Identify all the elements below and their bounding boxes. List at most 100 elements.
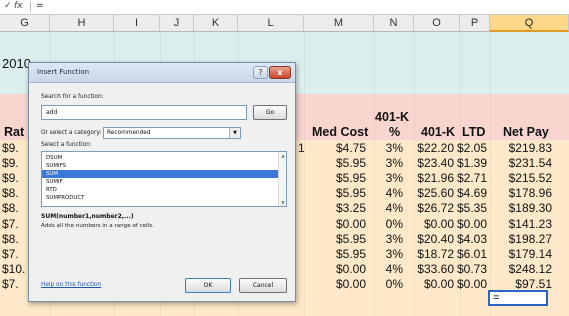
column-header-k[interactable]: K [194, 15, 238, 32]
go-button[interactable]: Go [253, 105, 287, 120]
cell-k[interactable]: $20.40 [404, 232, 454, 246]
cell-net[interactable]: $198.27 [488, 232, 552, 246]
fx-icon[interactable]: fx [14, 1, 23, 11]
column-header-l[interactable]: L [238, 15, 304, 32]
cell-k[interactable]: $0.00 [404, 277, 454, 291]
cell-net[interactable]: $178.96 [488, 186, 552, 200]
category-label: Or select a category: [41, 130, 102, 136]
cell-ltd[interactable]: $2.71 [455, 171, 487, 185]
cell-med[interactable]: $5.95 [312, 171, 366, 185]
function-item-sumif[interactable]: SUMIF [42, 178, 286, 186]
cell-net[interactable]: $189.30 [488, 201, 552, 215]
close-icon[interactable]: x [269, 66, 291, 79]
dialog-title-bar: Insert Function ? x [29, 63, 295, 83]
cell-ltd[interactable]: $0.00 [455, 277, 487, 291]
function-item-dsum[interactable]: DSUM [42, 154, 286, 162]
cell-net[interactable]: $97.51 [488, 277, 552, 291]
column-header-h[interactable]: H [50, 15, 114, 32]
column-header-j[interactable]: J [160, 15, 194, 32]
cell-net[interactable]: $231.54 [488, 156, 552, 170]
formula-input[interactable]: = [36, 1, 44, 11]
scroll-up-icon[interactable]: ▲ [280, 153, 286, 158]
ok-button[interactable]: OK [185, 278, 231, 293]
cell-pct[interactable]: 3% [376, 247, 403, 261]
column-header-p[interactable]: P [460, 15, 490, 32]
cell-ltd[interactable]: $6.01 [455, 247, 487, 261]
cell-med[interactable]: $5.95 [312, 232, 366, 246]
cell-k[interactable]: $0.00 [404, 217, 454, 231]
column-header-m[interactable]: M [304, 15, 374, 32]
cell-pct[interactable]: 3% [376, 141, 403, 155]
function-item-rtd[interactable]: RTD [42, 186, 286, 194]
cancel-button[interactable]: Cancel [239, 278, 287, 293]
rate-header-fragment[interactable]: Rat [4, 125, 24, 139]
cell-net[interactable]: $248.12 [488, 262, 552, 276]
cell-ltd[interactable]: $5.35 [455, 201, 487, 215]
cell-pct[interactable]: 4% [376, 262, 403, 276]
cell-net[interactable]: $215.52 [488, 171, 552, 185]
help-icon[interactable]: ? [253, 66, 268, 79]
cell-net[interactable]: $141.23 [488, 217, 552, 231]
function-search-input[interactable]: add [41, 105, 247, 120]
k401-header[interactable]: 401-K [421, 125, 455, 139]
cell-pct[interactable]: 4% [376, 186, 403, 200]
function-list-label: Select a function: [41, 142, 92, 148]
cell-net[interactable]: $219.83 [488, 141, 552, 155]
function-item-sumproduct[interactable]: SUMPRODUCT [42, 194, 286, 202]
k401-header-top[interactable]: 401-K [375, 110, 409, 124]
med-cost-header[interactable]: Med Cost [312, 125, 368, 139]
cell-ltd[interactable]: $0.73 [455, 262, 487, 276]
cell-med[interactable]: $5.95 [312, 156, 366, 170]
cell-med[interactable]: $0.00 [312, 277, 366, 291]
active-cell[interactable]: = [488, 290, 548, 306]
cell-pct[interactable]: 4% [376, 201, 403, 215]
cell-pct[interactable]: 3% [376, 171, 403, 185]
column-header-i[interactable]: I [114, 15, 160, 32]
function-list-scrollbar[interactable]: ▲ ▼ [278, 152, 286, 206]
cell-k[interactable]: $21.96 [404, 171, 454, 185]
cell-pct[interactable]: 3% [376, 232, 403, 246]
cell-k[interactable]: $26.72 [404, 201, 454, 215]
cell-ltd[interactable]: $0.00 [455, 217, 487, 231]
stray-value-cell[interactable]: 1 [298, 141, 305, 155]
cell-k[interactable]: $25.60 [404, 186, 454, 200]
category-select[interactable]: Recommended ▼ [103, 127, 241, 139]
net-pay-header[interactable]: Net Pay [503, 125, 549, 139]
cell-med[interactable]: $4.75 [312, 141, 366, 155]
cell-ltd[interactable]: $4.69 [455, 186, 487, 200]
function-description: Adds all the numbers in a range of cells… [41, 223, 154, 229]
column-header-o[interactable]: O [414, 15, 460, 32]
check-icon[interactable]: ✓ [4, 1, 12, 11]
insert-function-dialog: Insert Function ? x Search for a functio… [28, 62, 296, 302]
cell-k[interactable]: $23.40 [404, 156, 454, 170]
function-list[interactable]: DSUM SUMIFS SUM SUMIF RTD SUMPRODUCT ▲ ▼ [41, 151, 287, 207]
cell-net[interactable]: $179.14 [488, 247, 552, 261]
cell-med[interactable]: $0.00 [312, 262, 366, 276]
cell-k[interactable]: $18.72 [404, 247, 454, 261]
help-link[interactable]: Help on this function [41, 282, 101, 288]
column-header-g[interactable]: G [0, 15, 50, 32]
cell-ltd[interactable]: $1.39 [455, 156, 487, 170]
gridline [374, 32, 375, 316]
function-item-sum[interactable]: SUM [42, 170, 286, 178]
cell-med[interactable]: $5.95 [312, 247, 366, 261]
cell-med[interactable]: $5.95 [312, 186, 366, 200]
cell-pct[interactable]: 3% [376, 156, 403, 170]
cell-k[interactable]: $22.20 [404, 141, 454, 155]
column-header-n[interactable]: N [374, 15, 414, 32]
cell-k[interactable]: $33.60 [404, 262, 454, 276]
function-item-sumifs[interactable]: SUMIFS [42, 162, 286, 170]
ltd-header[interactable]: LTD [462, 125, 485, 139]
cell-med[interactable]: $0.00 [312, 217, 366, 231]
cell-ltd[interactable]: $2.05 [455, 141, 487, 155]
cell-pct[interactable]: 0% [376, 217, 403, 231]
cell-med[interactable]: $3.25 [312, 201, 366, 215]
column-header-q[interactable]: Q [490, 15, 569, 32]
k401-pct-header[interactable]: % [389, 125, 400, 139]
search-label: Search for a function: [41, 94, 104, 100]
scroll-down-icon[interactable]: ▼ [280, 200, 286, 205]
chevron-down-icon[interactable]: ▼ [229, 128, 240, 138]
year-cell[interactable]: 2010 [2, 56, 31, 71]
cell-pct[interactable]: 0% [376, 277, 403, 291]
cell-ltd[interactable]: $4.03 [455, 232, 487, 246]
